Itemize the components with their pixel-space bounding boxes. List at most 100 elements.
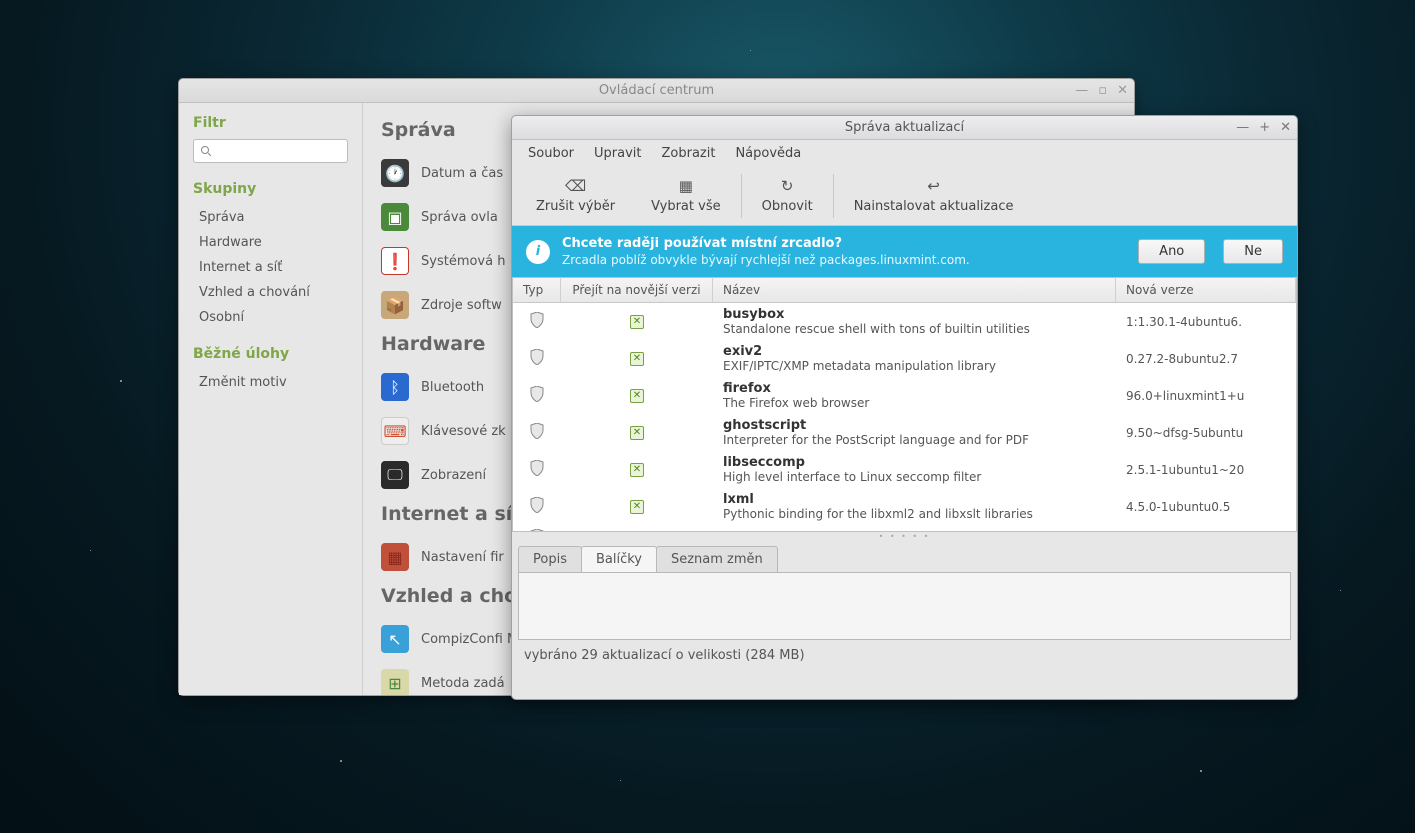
upgrade-checkbox[interactable]: ✕ [630, 426, 644, 440]
package-name: busybox [723, 307, 1106, 322]
shield-icon [530, 312, 544, 332]
firewall-icon: ▦ [381, 543, 409, 571]
search-input[interactable] [193, 139, 348, 163]
package-desc: EXIF/IPTC/XMP metadata manipulation libr… [723, 359, 1106, 373]
menubar: Soubor Upravit Zobrazit Nápověda [512, 140, 1297, 166]
menu-file[interactable]: Soubor [520, 143, 582, 164]
upgrade-checkbox[interactable]: ✕ [630, 352, 644, 366]
upgrade-checkbox[interactable]: ✕ [630, 500, 644, 514]
menu-view[interactable]: Zobrazit [653, 143, 723, 164]
toolbar-separator [833, 174, 834, 218]
menu-help[interactable]: Nápověda [727, 143, 809, 164]
package-row[interactable]: ✕ exiv2EXIF/IPTC/XMP metadata manipulatio… [513, 340, 1296, 377]
minimize-button[interactable]: — [1236, 121, 1249, 134]
tab-description[interactable]: Popis [518, 546, 582, 572]
banner-no-button[interactable]: Ne [1223, 239, 1283, 264]
package-version: 0.27.2-8ubuntu2.7 [1116, 352, 1296, 366]
package-name: lxml [723, 492, 1106, 507]
package-desc: Standalone rescue shell with tons of bui… [723, 322, 1106, 336]
col-type[interactable]: Typ [513, 278, 561, 302]
install-icon: ↩ [927, 177, 940, 195]
close-button[interactable]: ✕ [1117, 84, 1128, 97]
maximize-button[interactable]: + [1259, 121, 1270, 134]
chip-icon: ▣ [381, 203, 409, 231]
update-manager-title: Správa aktualizací [512, 120, 1297, 135]
tab-content [518, 572, 1291, 640]
mirror-banner: i Chcete raději používat místní zrcadlo?… [512, 226, 1297, 277]
col-name[interactable]: Název [713, 278, 1116, 302]
sidebar-item-sprava[interactable]: Správa [193, 205, 348, 230]
sidebar-item-change-theme[interactable]: Změnit motiv [193, 370, 348, 395]
close-button[interactable]: ✕ [1280, 121, 1291, 134]
splitter[interactable]: • • • • • [512, 532, 1297, 542]
bluetooth-icon: ᛒ [381, 373, 409, 401]
refresh-icon: ↻ [781, 177, 794, 195]
package-row[interactable]: ✕ firefoxThe Firefox web browser 96.0+linu… [513, 377, 1296, 414]
package-version: 96.0+linuxmint1+u [1116, 389, 1296, 403]
col-upgrade[interactable]: Přejít na novější verzi [561, 278, 713, 302]
select-all-icon: ▦ [679, 177, 693, 195]
package-icon: 📦 [381, 291, 409, 319]
package-row[interactable]: ✕ libseccompHigh level interface to Linux… [513, 451, 1296, 488]
keyboard-icon: ⌨ [381, 417, 409, 445]
minimize-button[interactable]: — [1075, 84, 1088, 97]
package-desc: High level interface to Linux seccomp fi… [723, 470, 1106, 484]
clear-icon: ⌫ [565, 177, 586, 195]
status-bar: vybráno 29 aktualizací o velikosti (284 … [512, 640, 1297, 671]
banner-heading: Chcete raději používat místní zrcadlo? [562, 236, 1120, 251]
package-desc: Interpreter for the PostScript language … [723, 433, 1106, 447]
package-row[interactable]: ✕ ghostscriptInterpreter for the PostScri… [513, 414, 1296, 451]
package-name: firefox [723, 381, 1106, 396]
shield-icon [530, 460, 544, 480]
cursor-icon: ↖ [381, 625, 409, 653]
sidebar-item-vzhled[interactable]: Vzhled a chování [193, 280, 348, 305]
col-version[interactable]: Nová verze [1116, 278, 1296, 302]
shield-icon [530, 386, 544, 406]
refresh-button[interactable]: ↻ Obnovit [744, 169, 831, 223]
upgrade-checkbox[interactable]: ✕ [630, 463, 644, 477]
install-updates-button[interactable]: ↩ Nainstalovat aktualizace [836, 169, 1032, 223]
package-desc: The Firefox web browser [723, 396, 1106, 410]
detail-tabs: Popis Balíčky Seznam změn [512, 542, 1297, 572]
banner-yes-button[interactable]: Ano [1138, 239, 1205, 264]
maximize-button[interactable]: ▫ [1098, 84, 1107, 97]
package-desc: Pythonic binding for the libxml2 and lib… [723, 507, 1106, 521]
shield-icon [530, 497, 544, 517]
shield-icon [530, 529, 544, 531]
clock-icon: 🕐 [381, 159, 409, 187]
control-center-titlebar[interactable]: Ovládací centrum — ▫ ✕ [179, 79, 1134, 103]
package-name: libseccomp [723, 455, 1106, 470]
menu-edit[interactable]: Upravit [586, 143, 649, 164]
list-body[interactable]: ✕ busyboxStandalone rescue shell with ton… [513, 303, 1296, 531]
list-header: Typ Přejít na novější verzi Název Nová v… [513, 278, 1296, 303]
package-name: exiv2 [723, 344, 1106, 359]
toolbar: ⌫ Zrušit výběr ▦ Vybrat vše ↻ Obnovit ↩ … [512, 166, 1297, 226]
sidebar-item-internet[interactable]: Internet a síť [193, 255, 348, 280]
tasks-heading: Běžné úlohy [193, 346, 348, 362]
package-row[interactable]: ✕openjdk-lts [513, 525, 1296, 531]
sidebar-item-hardware[interactable]: Hardware [193, 230, 348, 255]
banner-sub: Zrcadla poblíž obvykle bývají rychlejší … [562, 253, 1120, 267]
package-row[interactable]: ✕ busyboxStandalone rescue shell with ton… [513, 303, 1296, 340]
sidebar-item-osobni[interactable]: Osobní [193, 305, 348, 330]
package-version: 1:1.30.1-4ubuntu6. [1116, 315, 1296, 329]
input-icon: ⊞ [381, 669, 409, 695]
tab-packages[interactable]: Balíčky [581, 546, 657, 572]
package-name: ghostscript [723, 418, 1106, 433]
upgrade-checkbox[interactable]: ✕ [630, 315, 644, 329]
package-version: 2.5.1-1ubuntu1~20 [1116, 463, 1296, 477]
package-version: 9.50~dfsg-5ubuntu [1116, 426, 1296, 440]
package-row[interactable]: ✕ lxmlPythonic binding for the libxml2 an… [513, 488, 1296, 525]
clear-selection-button[interactable]: ⌫ Zrušit výběr [518, 169, 633, 223]
filter-heading: Filtr [193, 115, 348, 131]
groups-heading: Skupiny [193, 181, 348, 197]
select-all-button[interactable]: ▦ Vybrat vše [633, 169, 739, 223]
tab-changelog[interactable]: Seznam změn [656, 546, 778, 572]
control-center-sidebar: Filtr Skupiny Správa Hardware Internet a… [179, 103, 363, 695]
update-manager-titlebar[interactable]: Správa aktualizací — + ✕ [512, 116, 1297, 140]
shield-icon [530, 349, 544, 369]
package-version: 4.5.0-1ubuntu0.5 [1116, 500, 1296, 514]
toolbar-separator [741, 174, 742, 218]
upgrade-checkbox[interactable]: ✕ [630, 389, 644, 403]
control-center-title: Ovládací centrum [179, 83, 1134, 98]
